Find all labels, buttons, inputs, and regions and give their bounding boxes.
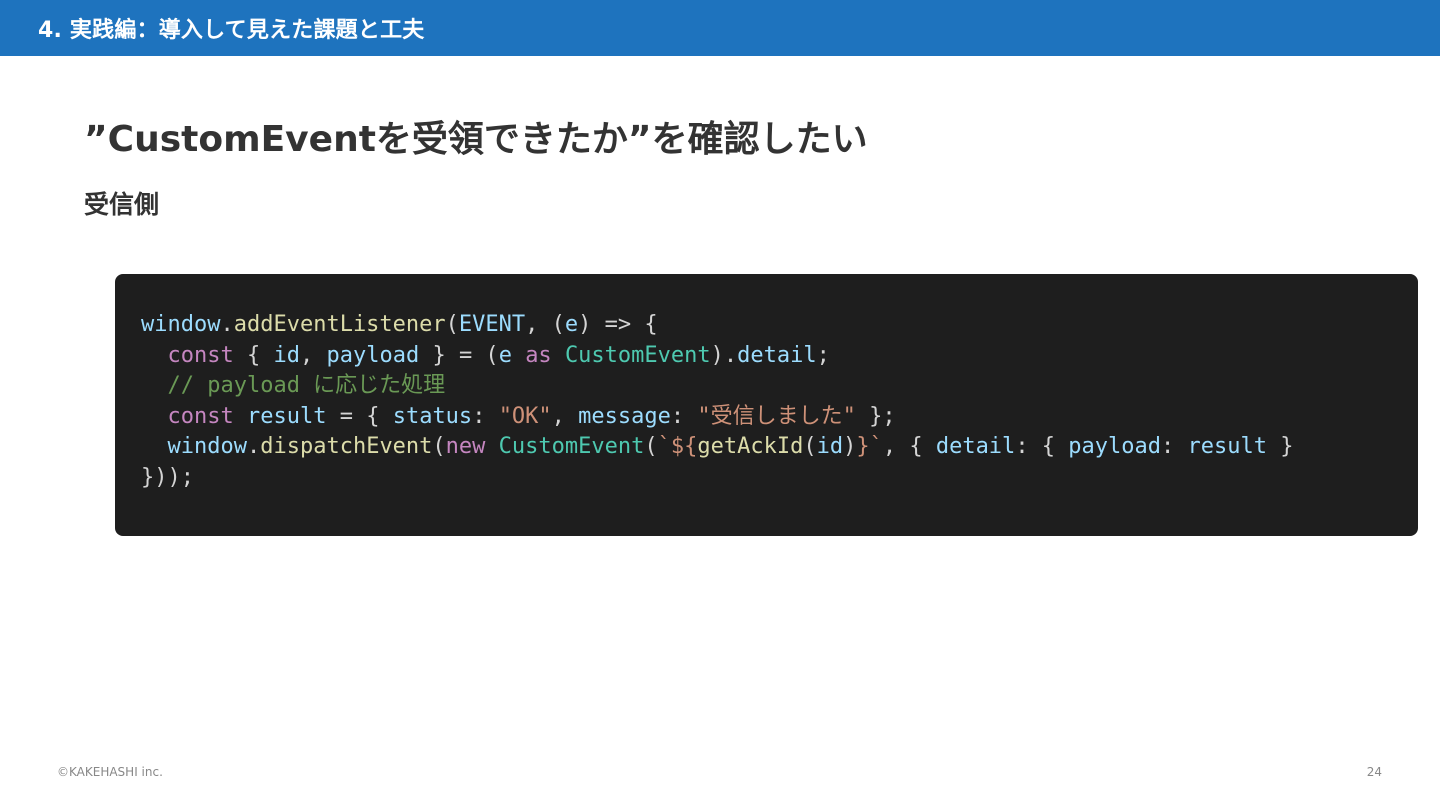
code-token: "受信しました"	[697, 403, 856, 429]
code-token: , (	[525, 312, 565, 337]
code-token: ) => {	[578, 312, 658, 337]
code-token: CustomEvent	[564, 342, 711, 368]
code-token: // payload に応じた処理	[141, 373, 446, 399]
code-token: EVENT	[458, 312, 526, 337]
code-token: getAckId	[697, 434, 804, 460]
code-token: )	[843, 434, 857, 460]
header-bar: 4. 実践編：導入して見えた課題と工夫	[0, 0, 1440, 56]
code-token: , {	[882, 434, 936, 460]
code-line: }));	[141, 463, 1418, 494]
code-token: window	[167, 434, 247, 460]
code-token: message	[578, 403, 671, 429]
footer-copyright: ©KAKEHASHI inc.	[57, 765, 163, 779]
code-token: status	[392, 403, 473, 429]
code-token: :	[670, 403, 698, 429]
code-token: dispatchEvent	[260, 434, 433, 460]
page-number: 24	[1366, 765, 1382, 779]
code-token: payload	[1068, 434, 1162, 460]
code-token: result	[246, 403, 327, 429]
code-token: result	[1187, 434, 1267, 460]
code-token: }));	[141, 464, 194, 490]
code-token: CustomEvent	[498, 434, 645, 460]
code-token: (	[803, 434, 817, 460]
code-token: }`	[856, 434, 883, 460]
code-line: // payload に応じた処理	[141, 371, 1418, 402]
code-token: id	[273, 342, 300, 368]
code-token: `${	[657, 434, 698, 460]
code-token: as	[525, 342, 552, 368]
code-token: };	[855, 403, 896, 429]
code-token: const	[167, 403, 234, 429]
slide-subtitle: 受信側	[84, 190, 160, 219]
code-token: ,	[551, 403, 579, 429]
code-token: .	[246, 434, 261, 460]
code-line: window.addEventListener(EVENT, (e) => {	[141, 310, 1418, 341]
code-token: : {	[1015, 434, 1069, 460]
code-line: const result = { status: "OK", message: …	[141, 402, 1418, 433]
code-token: new	[445, 434, 486, 460]
code-token: e	[564, 312, 579, 337]
code-token: ).	[710, 342, 738, 368]
code-token: .	[220, 312, 234, 337]
code-token: ;	[816, 342, 830, 368]
code-token: window	[141, 312, 221, 337]
slide-title: ”CustomEventを受領できたか”を確認したい	[84, 119, 868, 160]
header-title: 4. 実践編：導入して見えた課題と工夫	[38, 18, 425, 43]
code-token: payload	[326, 342, 420, 368]
code-line: const { id, payload } = (e as CustomEven…	[141, 341, 1418, 372]
code-token: = {	[326, 403, 393, 429]
code-token: (	[644, 434, 658, 460]
code-token: detail	[935, 434, 1016, 460]
code-token: addEventListener	[233, 312, 446, 337]
code-token: :	[1161, 434, 1188, 460]
code-token: :	[472, 403, 499, 429]
code-token: detail	[737, 342, 817, 368]
code-token: const	[167, 342, 234, 368]
code-token: e	[498, 342, 512, 368]
code-token: (	[432, 434, 446, 460]
code-token: {	[233, 342, 274, 368]
code-lines: window.addEventListener(EVENT, (e) => { …	[141, 310, 1418, 494]
code-token: (	[445, 312, 459, 337]
code-block: window.addEventListener(EVENT, (e) => { …	[115, 274, 1418, 536]
code-line: window.dispatchEvent(new CustomEvent(`${…	[141, 432, 1418, 463]
code-token: } = (	[419, 342, 499, 368]
code-token: id	[816, 434, 844, 460]
code-token: }	[1267, 434, 1307, 460]
code-token: "OK"	[498, 403, 552, 429]
code-token: ,	[299, 342, 327, 368]
